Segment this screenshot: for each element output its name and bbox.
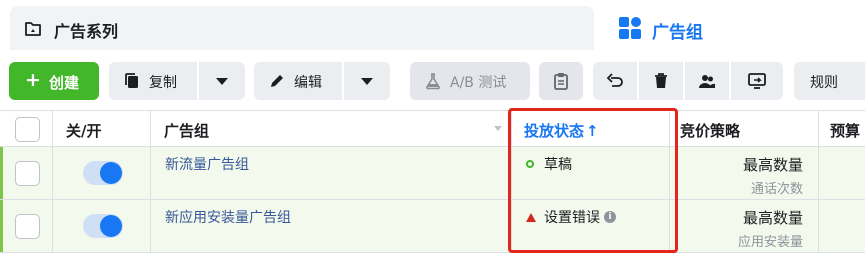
header-toggle: 关/开 <box>66 122 102 140</box>
adset-toggle[interactable] <box>83 161 123 185</box>
edit-button[interactable]: 编辑 <box>254 62 342 100</box>
chevron-down-icon <box>216 78 228 85</box>
chevron-down-icon <box>361 78 373 85</box>
adset-name-link[interactable]: 新应用安装量广告组 <box>165 207 291 227</box>
table-row[interactable]: 新应用安装量广告组 设置错误 i 最高数量 应用安装量 <box>0 200 865 253</box>
row-checkbox[interactable] <box>15 214 40 239</box>
sort-caret-icon[interactable] <box>494 126 502 131</box>
ab-test-label: A/B 测试 <box>450 75 507 91</box>
rules-button[interactable]: 规则 <box>794 62 865 100</box>
duplicate-dropdown-button[interactable] <box>199 62 245 100</box>
bid-strategy: 最高数量 应用安装量 <box>738 207 803 250</box>
header-bid-strategy[interactable]: 竞价策略 <box>680 111 740 147</box>
tab-campaigns-label: 广告系列 <box>54 22 119 41</box>
tab-campaigns[interactable]: 广告系列 <box>10 6 594 50</box>
status-column-highlight <box>508 108 678 253</box>
bid-strategy-sub: 应用安装量 <box>737 235 803 250</box>
header-adset[interactable]: 广告组 <box>164 111 209 147</box>
trash-icon <box>652 72 670 90</box>
bid-strategy: 最高数量 通话次数 <box>743 154 803 197</box>
create-button[interactable]: + 创建 <box>9 62 99 100</box>
table-header: 关/开 广告组 投放状态 ↑ 竞价策略 预算 <box>0 110 865 147</box>
clipboard-button[interactable] <box>539 62 583 100</box>
plus-icon: + <box>25 69 41 91</box>
select-all-checkbox[interactable] <box>15 117 40 142</box>
tab-adsets-label: 广告组 <box>652 23 703 43</box>
folder-icon <box>24 20 42 38</box>
duplicate-icon <box>123 72 141 90</box>
bid-strategy-main: 最高数量 <box>742 156 803 174</box>
adsets-table: 关/开 广告组 投放状态 ↑ 竞价策略 预算 新流量广告组 草稿 最高数量 通话… <box>0 110 865 255</box>
bid-strategy-main: 最高数量 <box>742 209 803 227</box>
pencil-icon <box>268 72 286 90</box>
adset-name-link[interactable]: 新流量广告组 <box>165 154 249 174</box>
duplicate-button[interactable]: 复制 <box>109 62 197 100</box>
ab-test-button[interactable]: A/B 测试 <box>410 62 530 100</box>
people-icon <box>698 72 716 90</box>
edit-dropdown-button[interactable] <box>344 62 390 100</box>
row-checkbox[interactable] <box>15 161 40 186</box>
undo-icon <box>606 72 624 90</box>
delete-button[interactable] <box>639 62 683 100</box>
share-screen-icon <box>747 72 767 90</box>
undo-button[interactable] <box>593 62 637 100</box>
clipboard-icon <box>552 72 570 90</box>
adset-toggle[interactable] <box>83 214 123 238</box>
rules-label: 规则 <box>810 75 838 91</box>
flask-icon <box>424 72 442 90</box>
bid-strategy-sub: 通话次数 <box>750 182 803 197</box>
create-label: 创建 <box>49 74 80 92</box>
edit-label: 编辑 <box>294 75 322 91</box>
tab-adsets[interactable]: 广告组 <box>604 4 865 52</box>
duplicate-label: 复制 <box>149 75 177 91</box>
table-row[interactable]: 新流量广告组 草稿 最高数量 通话次数 <box>0 147 865 200</box>
grid-icon <box>618 16 642 40</box>
header-budget[interactable]: 预算 <box>830 111 860 147</box>
toolbar: + 创建 复制 编辑 A/B 测试 规则 <box>0 52 865 110</box>
people-button[interactable] <box>685 62 729 100</box>
ads-manager-screen: 广告系列 广告组 + 创建 复制 编辑 A/B 测试 规则 关/开 广告组 投放… <box>0 0 865 255</box>
level-tabs: 广告系列 广告组 <box>0 0 865 52</box>
share-preview-button[interactable] <box>731 62 783 100</box>
